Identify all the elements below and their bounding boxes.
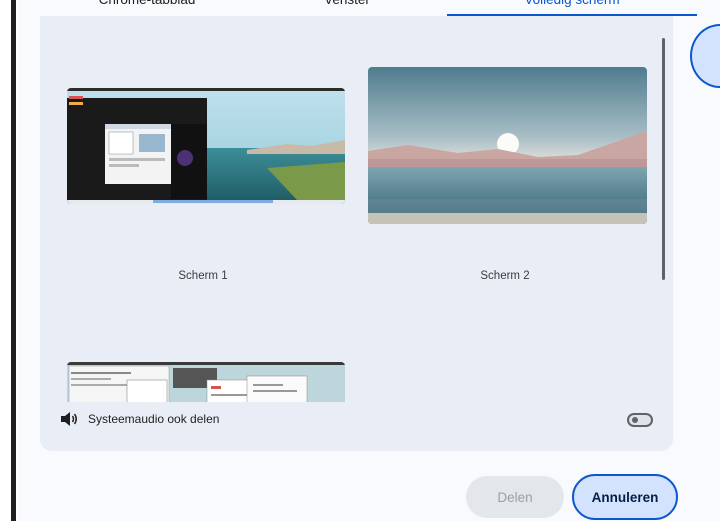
screen-2-preview-image: [368, 67, 647, 224]
system-audio-row: Systeemaudio ook delen: [40, 404, 673, 434]
screen-1-thumbnail: [67, 88, 345, 204]
source-tabs: Chrome-tabblad Venster Volledig scherm: [22, 0, 698, 16]
screen-3-thumbnail: [67, 362, 345, 402]
speaker-icon: [61, 412, 77, 426]
screen-3-option[interactable]: [40, 356, 360, 402]
source-panel: Scherm 1 Scherm 2 Systeemaudio ook delen: [40, 16, 673, 451]
cancel-button[interactable]: Annuleren: [572, 474, 678, 520]
share-button[interactable]: Delen: [466, 476, 564, 518]
tab-window[interactable]: Venster: [272, 0, 422, 16]
system-audio-toggle[interactable]: [627, 413, 653, 427]
tab-chrome-tab[interactable]: Chrome-tabblad: [62, 0, 232, 16]
source-grid: Scherm 1 Scherm 2: [40, 16, 673, 402]
screen-1-preview-image: [67, 88, 345, 204]
screen-2-label: Scherm 2: [480, 270, 530, 282]
system-audio-label: Systeemaudio ook delen: [88, 412, 220, 426]
screen-2-option[interactable]: Scherm 2: [360, 16, 673, 306]
screen-3-preview-image: [67, 362, 345, 402]
screen-1-label: Scherm 1: [178, 270, 228, 282]
toggle-knob: [632, 417, 638, 423]
screen-2-thumbnail: [368, 67, 647, 224]
scrollbar-thumb[interactable]: [662, 38, 665, 280]
screen-1-option[interactable]: Scherm 1: [40, 16, 360, 306]
screen-share-dialog: Chrome-tabblad Venster Volledig scherm: [22, 0, 698, 521]
background-window-edge: [0, 0, 18, 521]
